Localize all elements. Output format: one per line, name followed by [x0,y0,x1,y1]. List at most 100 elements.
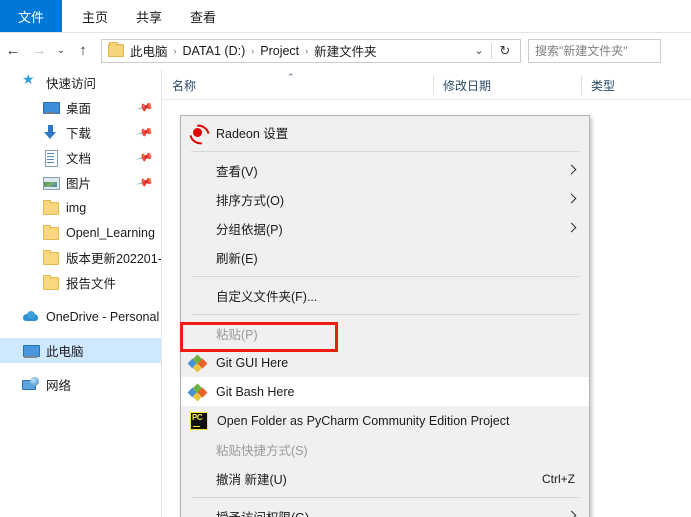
menu-separator [191,276,579,277]
chevron-right-icon [566,222,577,233]
menu-separator [191,151,579,152]
recent-locations-button[interactable]: ⌄ [52,38,70,64]
sidebar-item-label: img [66,200,87,215]
up-button[interactable]: ↑ [70,38,96,64]
folder-icon [42,249,59,266]
radeon-icon [189,124,207,142]
navigation-pane: 快速访问桌面 📌 下载 📌 文档 📌 图片 📌 img Openl_Learning 版本更新202… [0,70,162,517]
context-menu-item-label: 刷新(E) [216,252,258,266]
context-menu-item-10[interactable]: Git GUI Here [181,348,589,377]
cloud-icon [22,308,39,325]
context-menu-item-0[interactable]: Radeon 设置 [181,118,589,147]
pin-icon[interactable]: 📌 [136,123,154,141]
ribbon-tab-1[interactable]: 主页 [68,0,122,32]
refresh-icon[interactable]: ↻ [493,40,517,62]
folder-icon [108,42,124,57]
pin-icon[interactable]: 📌 [136,173,154,191]
breadcrumb-item-1[interactable]: DATA1 (D:) [180,44,249,58]
context-menu-item-9[interactable]: 粘贴(P) [181,319,589,348]
context-menu-item-2[interactable]: 查看(V) [181,156,589,185]
context-menu-item-label: Git GUI Here [216,355,289,370]
sidebar-item-3[interactable]: 文档 📌 [0,145,161,170]
column-header-2[interactable]: 类型 [581,70,691,100]
breadcrumb-item-2[interactable]: Project [257,44,302,58]
breadcrumb-item-0[interactable]: 此电脑 [127,41,171,60]
column-divider[interactable] [433,75,434,95]
sidebar-item-label: 此电脑 [46,345,84,359]
context-menu-item-label: 授予访问权限(G) [216,507,309,517]
address-bar: ← → ⌄ ↑ 此电脑 › DATA1 (D:) › Project › 新建文件夹 ⌄ ↻… [0,33,691,68]
back-button[interactable]: ← [0,38,26,64]
breadcrumb-separator: › [251,45,255,56]
column-divider[interactable] [581,75,582,95]
sidebar-item-label: Openl_Learning [66,225,155,240]
context-menu-item-14[interactable]: 撤消 新建(U) Ctrl+Z [181,464,589,493]
sidebar-item-7[interactable]: 版本更新202201-1 [0,245,161,270]
sidebar-item-10[interactable]: 此电脑 [0,338,161,363]
menu-item-no-icon [189,470,207,488]
file-explorer-window: 文件 主页 共享 查看 ← → ⌄ ↑ 此电脑 › DATA1 (D:) › Project ›… [0,0,691,517]
star-icon [22,71,39,91]
context-menu-item-13[interactable]: 粘贴快捷方式(S) [181,435,589,464]
breadcrumb-bar[interactable]: 此电脑 › DATA1 (D:) › Project › 新建文件夹 ⌄ ↻ [101,38,521,63]
context-menu-item-5[interactable]: 刷新(E) [181,243,589,272]
search-input[interactable]: 搜索"新建文件夹" [528,38,661,63]
sidebar-item-6[interactable]: Openl_Learning [0,220,161,245]
column-header-label: 类型 [591,78,616,93]
sidebar-item-label: 报告文件 [66,277,117,291]
context-menu-item-11[interactable]: Git Bash Here [181,377,589,406]
column-header-0[interactable]: 名称 ⌃ [162,70,433,100]
sidebar-item-label: 快速访问 [46,77,97,91]
pycharm-icon [190,412,208,430]
breadcrumb-separator: › [173,45,177,56]
ribbon-tab-list: 文件 主页 共享 查看 [0,0,691,32]
context-menu-item-4[interactable]: 分组依据(P) [181,214,589,243]
context-menu-item-label: 撤消 新建(U) [216,473,287,487]
context-menu-item-label: 粘贴快捷方式(S) [216,444,308,458]
pin-icon[interactable]: 📌 [136,98,154,116]
forward-button[interactable]: → [26,38,52,64]
sidebar-item-label: 版本更新202201-1 [66,252,161,266]
menu-item-no-icon [189,162,207,180]
pin-icon[interactable]: 📌 [136,148,154,166]
sidebar-item-4[interactable]: 图片 📌 [0,170,161,195]
folder-icon [42,274,59,291]
keyboard-shortcut: Ctrl+Z [542,471,575,486]
document-icon [42,149,59,167]
breadcrumb: 此电脑 › DATA1 (D:) › Project › 新建文件夹 [127,41,380,60]
menu-item-no-icon [189,508,207,517]
context-menu-item-12[interactable]: Open Folder as PyCharm Community Edition… [181,406,589,435]
sidebar-item-8[interactable]: 报告文件 [0,270,161,295]
breadcrumb-item-3[interactable]: 新建文件夹 [311,41,380,60]
menu-item-no-icon [189,191,207,209]
ribbon-tab-3[interactable]: 查看 [176,0,230,32]
sidebar-item-5[interactable]: img [0,195,161,220]
context-menu-item-3[interactable]: 排序方式(O) [181,185,589,214]
chevron-down-icon[interactable]: ⌄ [468,40,490,62]
sidebar-item-0[interactable]: 快速访问 [0,70,161,95]
sidebar-item-1[interactable]: 桌面 📌 [0,95,161,120]
sidebar-item-label: 图片 [66,177,92,191]
context-menu-item-label: 查看(V) [216,165,258,179]
menu-item-no-icon [189,287,207,305]
sidebar-item-2[interactable]: 下载 📌 [0,120,161,145]
sidebar-item-9[interactable]: OneDrive - Personal [0,304,161,329]
column-header-row: 名称 ⌃ 修改日期 类型 [162,70,691,100]
ribbon-tab-0[interactable]: 文件 [0,0,63,32]
sidebar-item-label: OneDrive - Personal [46,309,160,324]
context-menu-item-16[interactable]: 授予访问权限(G) [181,502,589,517]
context-menu-item-label: 分组依据(P) [216,223,283,237]
sidebar-item-11[interactable]: 网络 [0,372,161,397]
sort-ascending-icon: ⌃ [287,72,295,82]
column-header-label: 名称 [172,78,197,93]
folder-icon [42,224,59,241]
ribbon-tab-2[interactable]: 共享 [122,0,176,32]
folder-icon [42,199,59,216]
menu-item-no-icon [189,249,207,267]
menu-separator [191,314,579,315]
column-header-label: 修改日期 [443,78,492,93]
context-menu-item-7[interactable]: 自定义文件夹(F)... [181,281,589,310]
column-header-1[interactable]: 修改日期 [433,70,581,100]
